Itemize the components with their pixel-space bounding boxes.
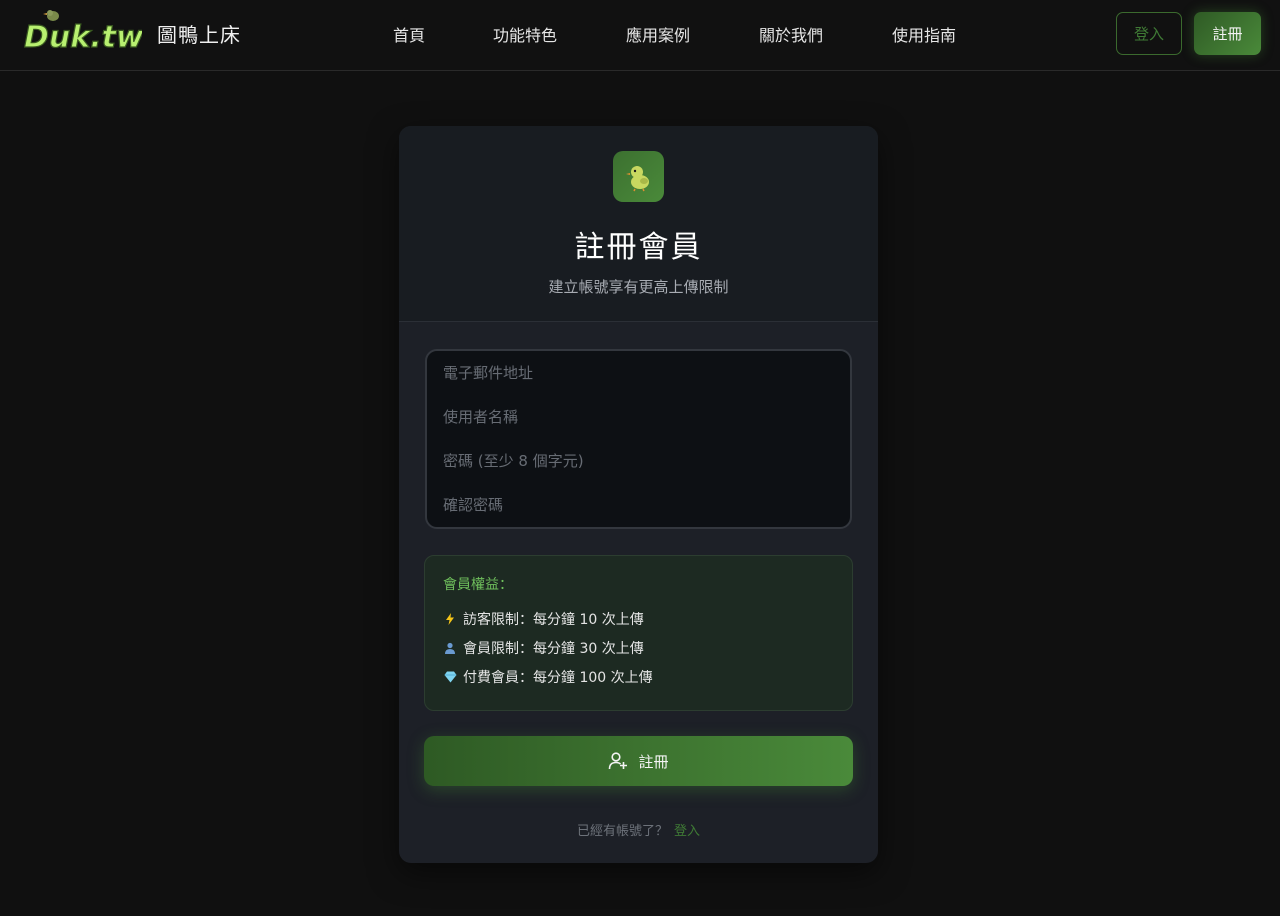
benefits-title: 會員權益： — [443, 577, 513, 593]
duck-icon — [613, 151, 664, 202]
top-navbar: Duk.tw 圖鴨上床 首頁 功能特色 應用案例 關於我們 使用指南 登入 註冊 — [0, 0, 1280, 71]
benefit-label: 付費會員 — [463, 670, 519, 686]
benefit-member: 會員限制 ：每分鐘 30 次上傳 — [443, 638, 644, 658]
user-plus-icon — [609, 752, 628, 770]
login-button[interactable]: 登入 — [1116, 12, 1182, 55]
register-submit-label: 註冊 — [638, 752, 669, 771]
nav-link-home[interactable]: 首頁 — [393, 22, 425, 46]
username-input[interactable] — [443, 403, 833, 431]
site-name: 圖鴨上床 — [157, 23, 241, 47]
confirm-password-input[interactable] — [443, 491, 833, 519]
card-title: 註冊會員 — [574, 230, 703, 265]
nav-link-features[interactable]: 功能特色 — [493, 22, 557, 46]
member-benefits-box: 會員權益： 訪客限制 ：每分鐘 10 次上傳 會員限制 ：每分鐘 30 次上傳 … — [424, 555, 853, 711]
benefit-label: 會員限制 — [463, 641, 519, 657]
benefit-value: ：每分鐘 30 次上傳 — [519, 641, 644, 657]
duk-logo-icon: Duk.tw — [23, 10, 142, 54]
card-header: 註冊會員 建立帳號享有更高上傳限制 — [399, 126, 878, 322]
nav-link-cases[interactable]: 應用案例 — [626, 22, 690, 46]
benefit-guest: 訪客限制 ：每分鐘 10 次上傳 — [443, 609, 644, 629]
diamond-icon — [443, 670, 457, 684]
email-input[interactable] — [443, 359, 833, 387]
register-button-header[interactable]: 註冊 — [1194, 12, 1261, 55]
duk-logo[interactable]: Duk.tw — [22, 6, 142, 54]
login-prompt: 已經有帳號了？ 登入 — [399, 820, 878, 839]
lightning-icon — [443, 612, 457, 626]
password-input[interactable] — [443, 447, 833, 475]
login-link[interactable]: 登入 — [674, 824, 700, 839]
register-card: 註冊會員 建立帳號享有更高上傳限制 會員權益： 訪客限制 ：每分鐘 10 次上傳… — [399, 126, 878, 863]
benefit-premium: 付費會員 ：每分鐘 100 次上傳 — [443, 667, 653, 687]
benefit-label: 訪客限制 — [463, 612, 519, 628]
registration-form — [425, 349, 852, 529]
user-icon — [443, 641, 457, 655]
login-prompt-text: 已經有帳號了？ — [576, 824, 668, 839]
register-submit-button[interactable]: 註冊 — [424, 736, 853, 786]
svg-text:Duk.tw: Duk.tw — [24, 20, 142, 54]
nav-link-about[interactable]: 關於我們 — [759, 22, 823, 46]
nav-link-guide[interactable]: 使用指南 — [892, 22, 956, 46]
benefit-value: ：每分鐘 100 次上傳 — [519, 670, 653, 686]
card-subtitle: 建立帳號享有更高上傳限制 — [548, 278, 729, 296]
benefit-value: ：每分鐘 10 次上傳 — [519, 612, 644, 628]
